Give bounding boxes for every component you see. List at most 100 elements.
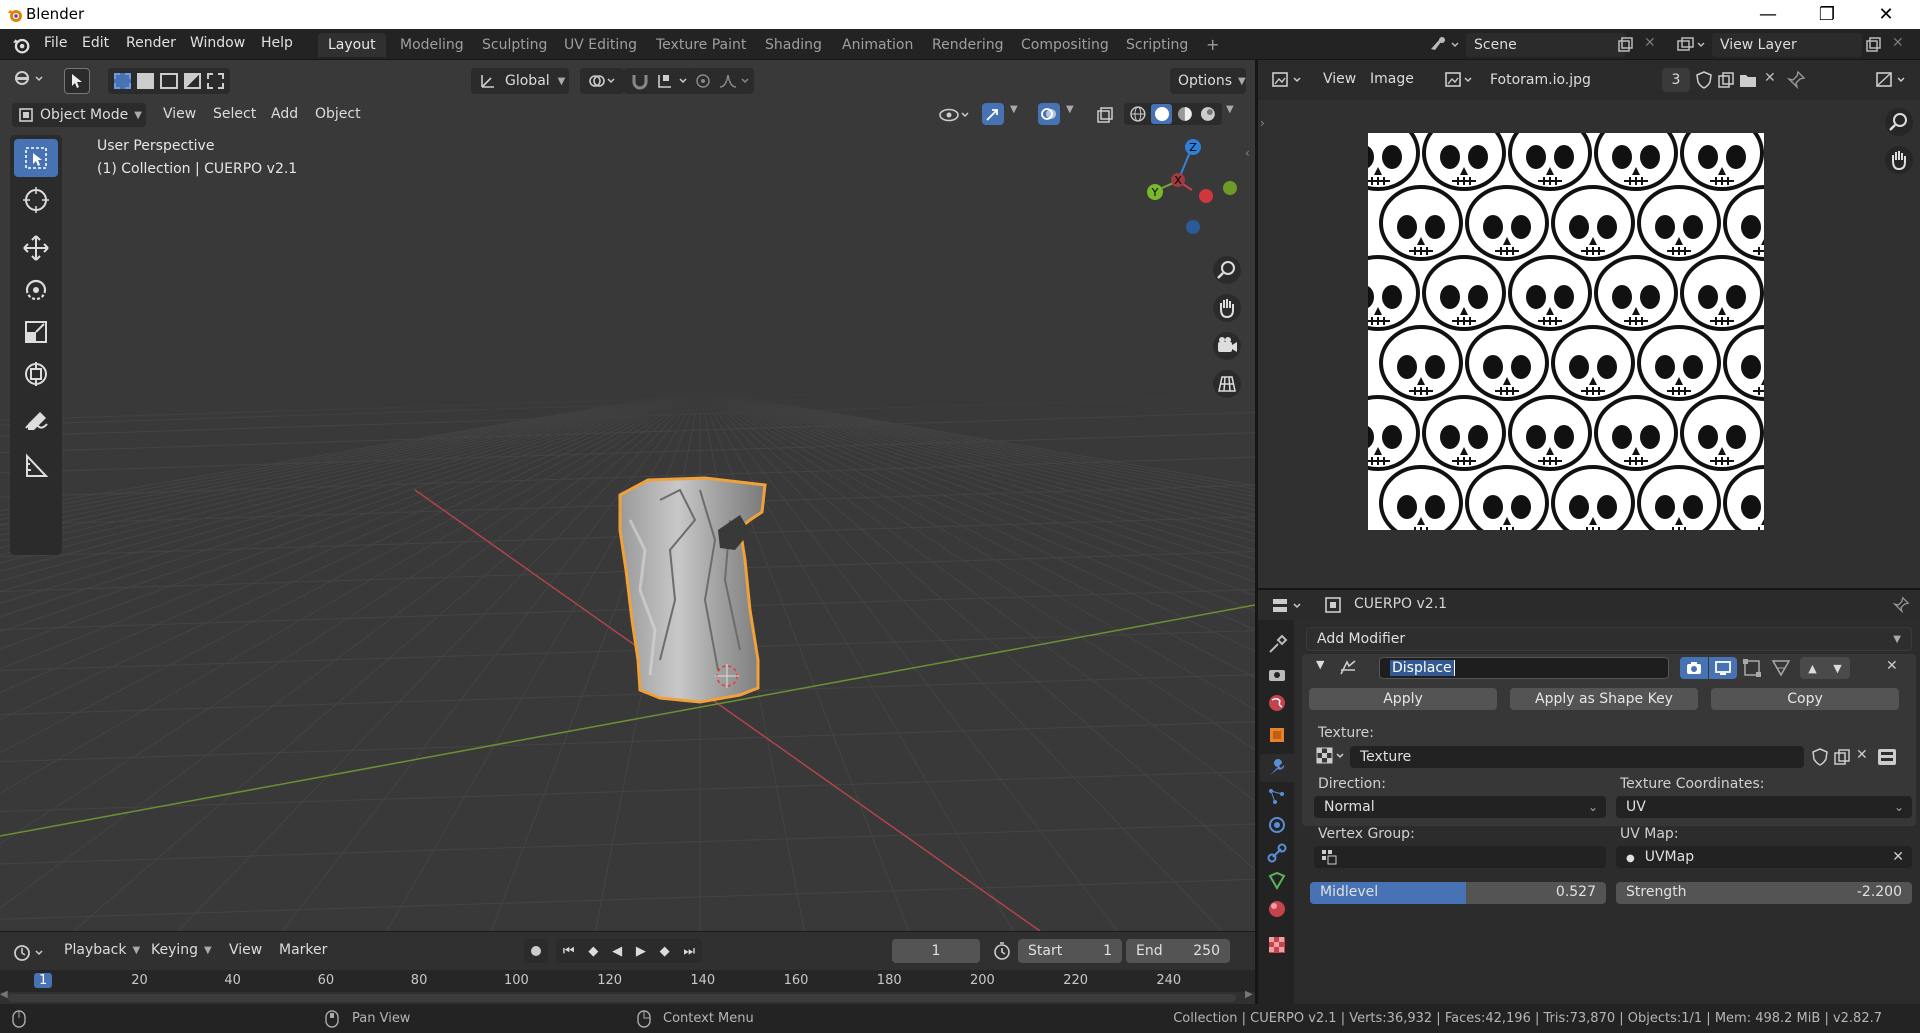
collapse-panel-arrow-icon[interactable]: ▼ [1316,658,1324,671]
tab-compositing[interactable]: Compositing [1011,33,1119,57]
start-frame-field[interactable]: Start 1 [1018,939,1122,963]
tab-physics-icon[interactable] [1266,814,1288,836]
modifier-name-input[interactable]: Displace [1379,657,1669,679]
auto-keying-button[interactable] [524,939,548,963]
open-image-folder-icon[interactable] [1738,70,1758,90]
minimize-button[interactable]: — [1740,0,1796,29]
apply-as-shape-key-button[interactable]: Apply as Shape Key [1510,688,1698,710]
tab-scripting[interactable]: Scripting [1116,33,1198,57]
y-negative-handle[interactable] [1223,181,1237,195]
image-zoom-icon[interactable] [1884,107,1914,137]
strength-field[interactable]: Strength -2.200 [1616,882,1912,904]
selected-mesh-object[interactable] [600,460,780,720]
fake-user-shield-icon[interactable] [1694,70,1714,90]
tool-measure[interactable] [14,447,58,485]
ortho-grid-icon[interactable] [1212,369,1242,399]
toolbar-toggle-arrow-icon[interactable]: › [1260,116,1265,130]
preview-range-stopwatch-icon[interactable] [991,940,1013,962]
edit-mode-cage-icon[interactable] [1742,658,1764,678]
tab-layout[interactable]: Layout [318,33,386,57]
image-name-field[interactable]: Fotoram.io.jpg [1482,68,1662,92]
menu-help[interactable]: Help [261,35,293,51]
image-menu-image[interactable]: Image [1370,71,1414,87]
jump-end-icon[interactable]: ⏭ [683,944,695,959]
scene-icon[interactable] [1428,35,1462,55]
select-invert-icon[interactable] [183,73,201,89]
material-shading-icon[interactable] [1175,104,1195,124]
scroll-right-arrow-icon[interactable]: ▶ [1245,989,1253,1000]
solid-shading-button[interactable] [1150,104,1173,124]
xray-toggle-icon[interactable] [1094,104,1116,126]
copy-modifier-button[interactable]: Copy [1711,688,1899,710]
3d-viewport[interactable]: Global ▼ Options ▼ Object Mode ▼ View Se… [0,60,1255,931]
view-layer-field[interactable]: View Layer [1712,33,1862,57]
zoom-magnifier-icon[interactable] [1212,255,1242,285]
tab-material-icon[interactable] [1266,898,1288,920]
snap-magnet-icon[interactable] [630,72,650,90]
jump-keyframe-back-icon[interactable]: ◆ [588,944,598,959]
editor-type-icon[interactable] [12,68,48,92]
play-reverse-icon[interactable]: ◀ [612,944,622,959]
tab-object-data-icon[interactable] [1266,870,1288,892]
timeline-scrollbar[interactable] [8,994,1236,1002]
tab-render-icon[interactable] [1266,664,1288,686]
pivot-point-dropdown[interactable] [580,68,624,94]
wireframe-shading-icon[interactable] [1128,104,1148,124]
add-workspace-button[interactable]: + [1196,33,1229,57]
on-cage-triangle-icon[interactable] [1770,658,1792,678]
tab-shading[interactable]: Shading [755,33,832,57]
timeline-editor-type-icon[interactable] [12,942,48,964]
new-view-layer-icon[interactable] [1864,36,1882,54]
tool-select-box[interactable] [14,139,58,177]
visibility-eye-icon[interactable] [938,104,974,126]
menu-object[interactable]: Object [315,106,361,122]
midlevel-slider[interactable]: Midlevel 0.527 [1310,882,1606,904]
x-positive-handle[interactable] [1199,189,1213,203]
tab-modifiers-active[interactable] [1260,754,1294,782]
image-menu-view[interactable]: View [1323,71,1356,87]
vertex-group-field[interactable] [1314,846,1606,868]
tab-object-icon[interactable] [1266,724,1288,746]
select-extend-icon[interactable] [137,73,155,89]
current-frame-marker[interactable]: 1 [34,973,53,988]
rendered-shading-icon[interactable] [1198,104,1218,124]
proportional-editing-group[interactable] [688,68,754,94]
delete-view-layer-icon[interactable]: ✕ [1892,35,1904,51]
timeline-menu-marker[interactable]: Marker [279,942,327,958]
scroll-left-arrow-icon[interactable]: ◀ [0,989,8,1000]
properties-pin-icon[interactable] [1892,596,1910,614]
overlay-toggle-button[interactable] [1038,103,1060,125]
navigation-gizmo[interactable]: Z X Y [1133,136,1243,246]
texture-fake-user-icon[interactable] [1810,747,1830,767]
show-in-viewport-button[interactable] [1709,657,1737,679]
tab-tool-icon[interactable] [1266,634,1288,656]
menu-add[interactable]: Add [271,106,298,122]
playback-dropdown[interactable]: Playback ▼ [64,942,140,958]
select-subtract-icon[interactable] [160,73,178,89]
menu-select[interactable]: Select [213,106,256,122]
chevron-down-icon[interactable]: ▼ [1010,104,1018,115]
falloff-curve-icon[interactable] [718,72,754,90]
menu-window[interactable]: Window [190,35,245,51]
show-texture-properties-icon[interactable] [1876,747,1898,767]
move-up-icon[interactable]: ▲ [1808,662,1816,675]
pan-hand-icon[interactable] [1212,293,1242,323]
jump-keyframe-forward-icon[interactable]: ◆ [660,944,670,959]
tab-modeling[interactable]: Modeling [390,33,474,57]
pin-icon[interactable] [1786,70,1806,90]
menu-render[interactable]: Render [126,35,176,51]
unlink-texture-icon[interactable]: ✕ [1856,747,1868,763]
new-texture-icon[interactable] [1832,747,1852,767]
tool-move[interactable] [14,229,58,267]
select-tool-button[interactable] [64,68,90,94]
tab-constraints-icon[interactable] [1266,842,1288,864]
end-frame-field[interactable]: End 250 [1126,939,1230,963]
texture-name-field[interactable]: Texture [1350,746,1804,768]
tool-scale[interactable] [14,313,58,351]
image-display-channels-icon[interactable] [1874,69,1910,91]
clear-uv-map-icon[interactable]: ✕ [1892,849,1904,865]
texture-image-preview[interactable] [1368,133,1764,530]
select-new-icon[interactable] [114,73,132,89]
browse-image-icon[interactable] [1444,69,1476,91]
image-users-count[interactable]: 3 [1662,68,1690,92]
